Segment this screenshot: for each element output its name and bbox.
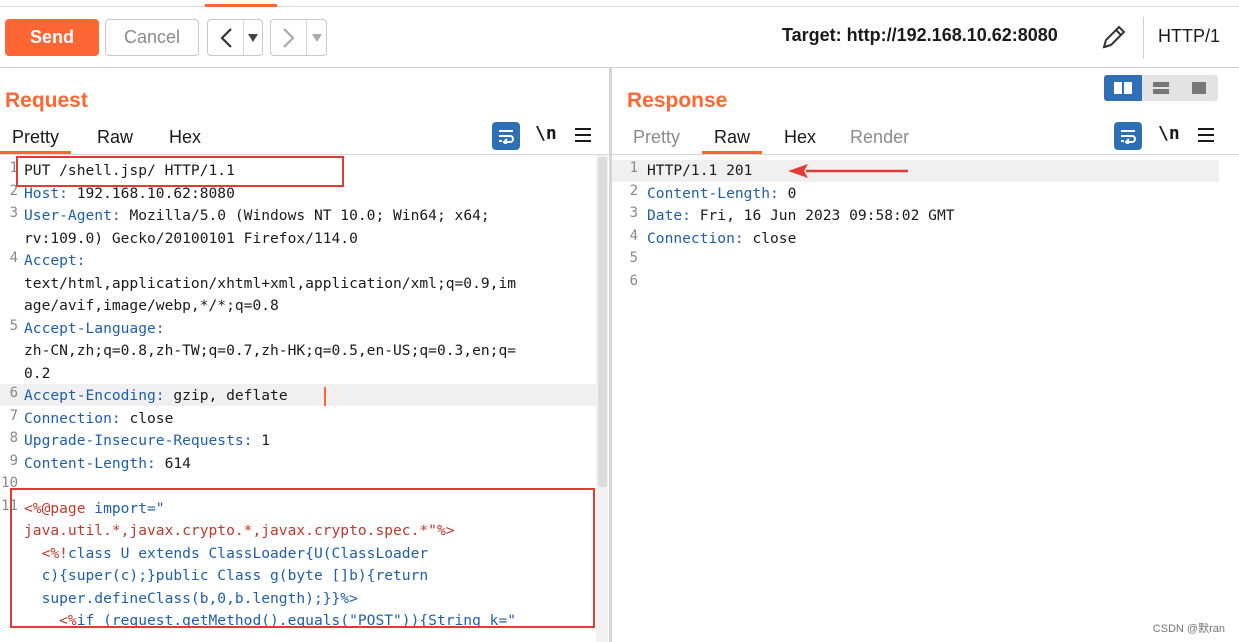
- response-tab-pretty[interactable]: Pretty: [621, 121, 692, 154]
- request-line: Connection: close: [24, 409, 174, 427]
- layout-tabbed-button[interactable]: [1180, 75, 1218, 101]
- request-line: zh-CN,zh;q=0.8,zh-TW;q=0.7,zh-HK;q=0.5,e…: [24, 342, 517, 359]
- toolbar-divider: [1143, 17, 1144, 59]
- request-line: Accept:: [24, 252, 86, 269]
- line-number: 6: [629, 272, 638, 289]
- response-pane-title: Response: [627, 89, 728, 112]
- word-wrap-icon: [1121, 130, 1136, 144]
- forward-history-dropdown[interactable]: [307, 20, 326, 55]
- layout-toggle-group: [1104, 75, 1218, 101]
- request-pane-title: Request: [5, 89, 88, 112]
- response-show-newlines-toggle[interactable]: \n: [1158, 123, 1180, 144]
- line-number: 2: [629, 182, 638, 199]
- annotation-box-request-body: [10, 488, 595, 628]
- request-menu-icon[interactable]: [575, 128, 591, 142]
- line-number: 1: [629, 160, 638, 176]
- request-line: Content-Length: 614: [24, 454, 191, 472]
- response-tab-raw[interactable]: Raw: [702, 121, 763, 154]
- line-number: 4: [629, 227, 638, 244]
- request-view-tabs: Pretty Raw Hex: [0, 121, 213, 154]
- line-number: 3: [9, 205, 18, 221]
- request-line: User-Agent: Mozilla/5.0 (Windows NT 10.0…: [24, 207, 490, 224]
- line-number: 9: [9, 452, 18, 469]
- response-word-wrap-button[interactable]: [1114, 122, 1142, 150]
- response-line: HTTP/1.1 201: [647, 162, 753, 179]
- response-editor[interactable]: 1 2 3 4 5 6 HTTP/1.1 201 Content-Length:…: [620, 160, 1220, 310]
- history-forward-group: [270, 19, 327, 56]
- send-button[interactable]: Send: [5, 19, 99, 56]
- request-line: 0.2: [24, 364, 51, 382]
- rows-icon: [1153, 82, 1169, 94]
- word-wrap-icon: [499, 130, 514, 144]
- line-number: 5: [9, 317, 18, 334]
- columns-icon: [1114, 82, 1132, 94]
- text-cursor: [324, 387, 326, 406]
- request-scrollbar-thumb[interactable]: [598, 157, 607, 487]
- response-tab-render[interactable]: Render: [838, 121, 921, 154]
- annotation-box-request-line: [16, 156, 344, 187]
- request-show-newlines-toggle[interactable]: \n: [535, 123, 557, 144]
- layout-side-by-side-button[interactable]: [1104, 75, 1142, 101]
- forward-button[interactable]: [271, 20, 307, 55]
- back-button[interactable]: [208, 20, 244, 55]
- single-pane-icon: [1192, 82, 1206, 94]
- history-back-group: [207, 19, 263, 56]
- request-tabs-underline: [0, 154, 609, 155]
- layout-stacked-button[interactable]: [1142, 75, 1180, 101]
- request-line: Accept-Language:: [24, 319, 165, 337]
- response-line: Date: Fri, 16 Jun 2023 09:58:02 GMT: [647, 207, 955, 224]
- request-word-wrap-button[interactable]: [492, 122, 520, 150]
- request-line: age/avif,image/webp,*/*;q=0.8: [24, 297, 279, 314]
- request-line: rv:109.0) Gecko/20100101 Firefox/114.0: [24, 229, 358, 247]
- line-number: 4: [9, 250, 18, 266]
- request-line: Accept-Encoding: gzip, deflate: [24, 387, 288, 404]
- chevron-right-icon: [282, 27, 295, 48]
- response-line: Content-Length: 0: [647, 184, 797, 202]
- request-tab-hex[interactable]: Hex: [157, 121, 213, 154]
- request-line: text/html,application/xhtml+xml,applicat…: [24, 274, 517, 292]
- response-tab-hex[interactable]: Hex: [772, 121, 828, 154]
- line-number: 6: [9, 385, 18, 401]
- top-tab-strip: [0, 0, 1239, 7]
- cancel-button[interactable]: Cancel: [105, 19, 199, 56]
- back-history-dropdown[interactable]: [244, 20, 262, 55]
- annotation-arrow-icon: [788, 164, 908, 178]
- request-line: Upgrade-Insecure-Requests: 1: [24, 432, 271, 449]
- repeater-toolbar: Send Cancel Target: http://192.168.10.62…: [0, 7, 1239, 68]
- chevron-left-icon: [219, 27, 232, 48]
- pencil-icon[interactable]: [1098, 21, 1130, 53]
- response-tabs-underline: [612, 154, 1239, 155]
- target-url: Target: http://192.168.10.62:8080: [782, 25, 1058, 45]
- request-tab-raw[interactable]: Raw: [85, 121, 145, 154]
- response-menu-icon[interactable]: [1198, 128, 1214, 142]
- line-number: 8: [9, 430, 18, 446]
- watermark: CSDN @默ran: [1152, 623, 1225, 635]
- line-number: 5: [629, 250, 638, 266]
- caret-down-icon: [311, 33, 322, 42]
- response-view-tabs: Pretty Raw Hex Render: [621, 121, 921, 154]
- line-number: 7: [9, 407, 18, 424]
- response-line: Connection: close: [647, 229, 797, 247]
- http-version-toggle[interactable]: HTTP/1: [1158, 26, 1220, 47]
- line-number: 3: [629, 205, 638, 221]
- caret-down-icon: [248, 33, 258, 42]
- request-tab-pretty[interactable]: Pretty: [0, 121, 72, 154]
